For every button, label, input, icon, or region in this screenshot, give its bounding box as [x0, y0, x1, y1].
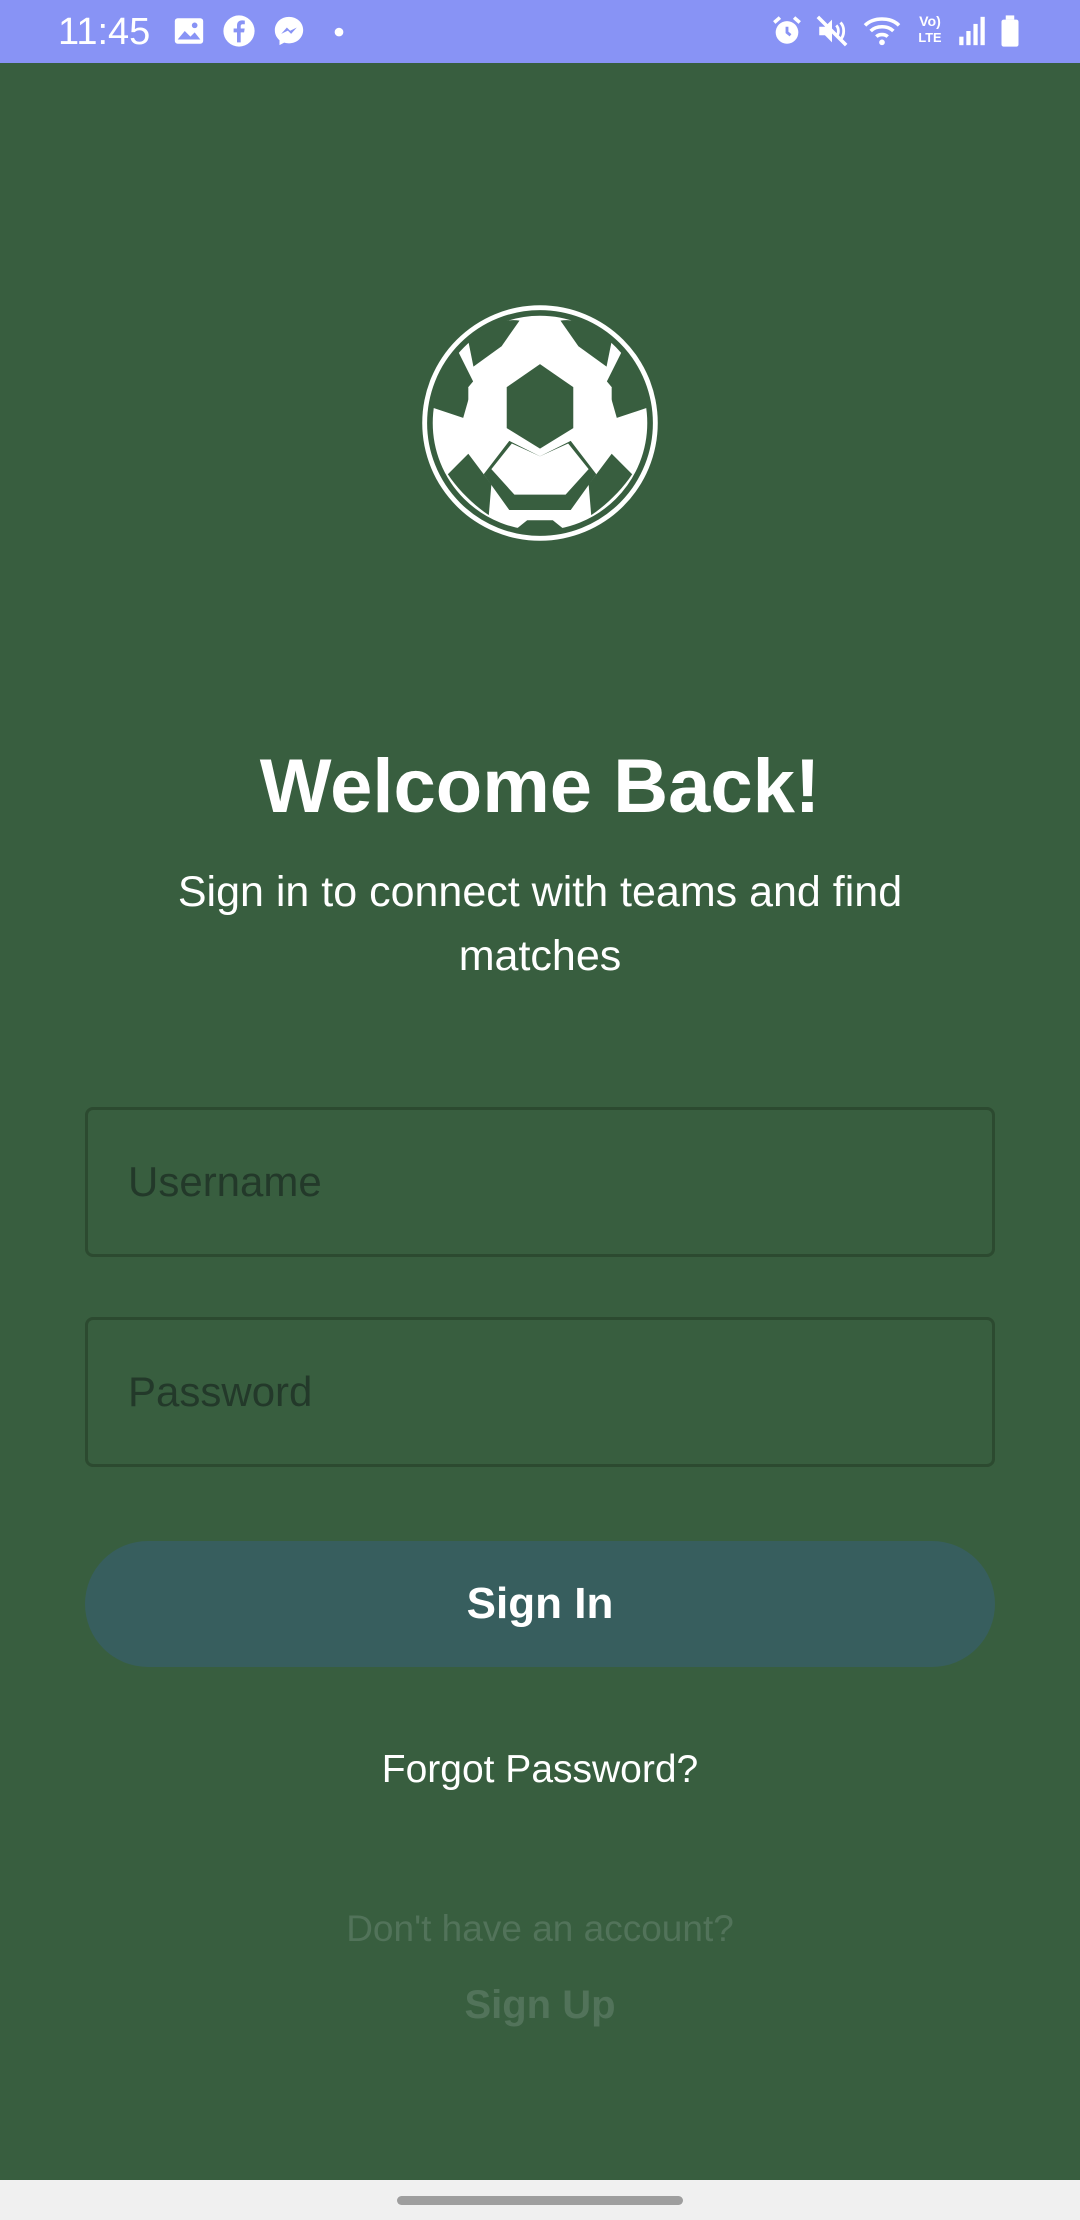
- svg-text:LTE: LTE: [918, 30, 941, 45]
- system-navigation-bar: [0, 2180, 1080, 2220]
- status-time: 11:45: [58, 11, 151, 53]
- mute-icon: [815, 14, 849, 48]
- gallery-icon: [172, 14, 206, 48]
- username-field[interactable]: [85, 1107, 995, 1257]
- dot-icon: [326, 14, 352, 48]
- page-subtitle: Sign in to connect with teams and find m…: [177, 868, 903, 980]
- signal-icon: [955, 14, 989, 48]
- battery-icon: [998, 14, 1022, 48]
- soccer-ball-icon: [412, 295, 668, 551]
- password-field[interactable]: [85, 1317, 995, 1467]
- sign-up-link[interactable]: Sign Up: [0, 1980, 1080, 2030]
- volte-icon: Vo) LTE: [912, 12, 948, 46]
- sign-in-button[interactable]: Sign In: [85, 1541, 995, 1667]
- wifi-icon: [862, 14, 902, 48]
- facebook-icon: [222, 14, 256, 48]
- messenger-icon: [272, 14, 306, 48]
- svg-text:Vo): Vo): [919, 14, 941, 30]
- forgot-password-link[interactable]: Forgot Password?: [0, 1745, 1080, 1795]
- no-account-label: Don't have an account?: [346, 1908, 734, 1949]
- home-gesture-bar[interactable]: [397, 2196, 683, 2205]
- page-title: Welcome Back!: [259, 744, 821, 829]
- username-input[interactable]: [88, 1110, 992, 1254]
- status-bar: 11:45 Vo) LTE: [0, 0, 1080, 63]
- password-input[interactable]: [88, 1320, 992, 1464]
- alarm-icon: [770, 14, 804, 48]
